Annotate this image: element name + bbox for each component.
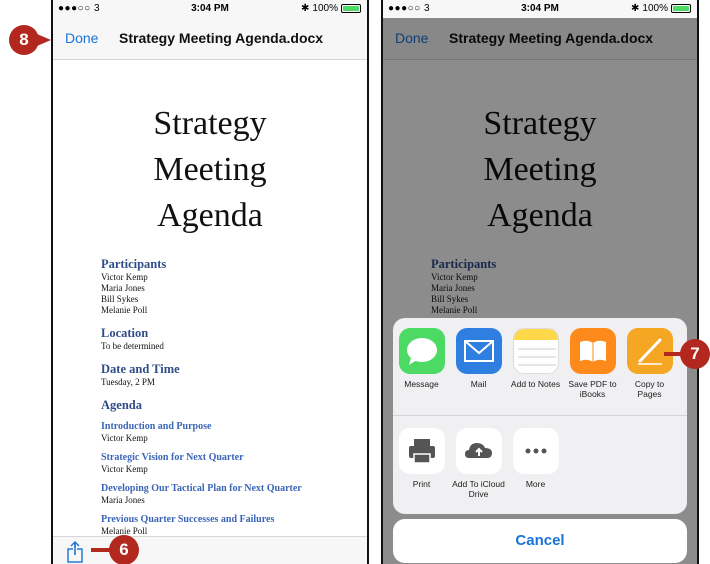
share-app-message[interactable]: Message: [393, 328, 450, 415]
printer-icon: [398, 428, 445, 474]
agenda-item-owner: Maria Jones: [101, 495, 145, 505]
document-filename-title: Strategy Meeting Agenda.docx: [119, 30, 324, 46]
participant-name: Maria Jones: [101, 283, 145, 293]
agenda-item-owner: Victor Kemp: [101, 433, 148, 443]
agenda-item-owner: Victor Kemp: [101, 464, 148, 474]
cancel-button[interactable]: Cancel: [393, 519, 687, 563]
agenda-heading: Agenda: [101, 398, 142, 412]
agenda-item-title: Previous Quarter Successes and Failures: [101, 514, 275, 525]
share-apps-row: Message Mail Add to Notes Save PDF to iB…: [393, 328, 687, 416]
share-app-pages[interactable]: Copy to Pages: [621, 328, 678, 415]
battery-percent: 100%: [642, 3, 668, 14]
ibooks-icon: [569, 328, 616, 374]
participants-heading: Participants: [101, 257, 167, 271]
share-app-label: Add to Notes: [510, 379, 561, 389]
battery-icon: [341, 4, 361, 13]
participant-name: Victor Kemp: [101, 272, 148, 282]
more-icon: [512, 428, 559, 474]
battery-percent: 100%: [312, 3, 338, 14]
step-callout-8: 8: [9, 25, 51, 55]
battery-icon: [671, 4, 691, 13]
document-title-line: Strategy: [153, 105, 267, 142]
document-title-line: Agenda: [157, 197, 263, 234]
status-right: ✱ 100%: [301, 3, 361, 14]
share-action-label: Add To iCloud Drive: [452, 479, 505, 499]
phone-screen-share-sheet: ●●●○○ 3 3:04 PM ✱ 100% Done Strategy Mee…: [381, 0, 699, 564]
participant-name: Melanie Poll: [101, 305, 148, 315]
date-time-heading: Date and Time: [101, 362, 180, 376]
messages-icon: [398, 328, 445, 374]
share-action-label: Print: [412, 479, 431, 489]
share-app-label: Message: [404, 379, 439, 389]
share-action-more[interactable]: More: [507, 428, 564, 508]
participant-name: Bill Sykes: [101, 294, 139, 304]
share-icon[interactable]: [65, 541, 85, 563]
step-callout-7: 7: [664, 339, 710, 369]
share-app-mail[interactable]: Mail: [450, 328, 507, 415]
location-heading: Location: [101, 326, 149, 340]
document-body: Participants Victor Kemp Maria Jones Bil…: [101, 257, 341, 537]
document-content[interactable]: Strategy Meeting Agenda Participants Vic…: [53, 61, 367, 536]
navigation-bar: Done Strategy Meeting Agenda.docx: [53, 18, 367, 60]
location-value: To be determined: [101, 341, 164, 351]
share-sheet: Message Mail Add to Notes Save PDF to iB…: [393, 318, 687, 514]
done-button[interactable]: Done: [65, 30, 98, 46]
document-title: Strategy Meeting Agenda: [53, 101, 367, 239]
step-callout-6: 6: [91, 535, 139, 564]
status-bar: ●●●○○ 3 3:04 PM ✱ 100%: [383, 0, 697, 18]
bluetooth-icon: ✱: [301, 3, 310, 14]
agenda-item-title: Strategic Vision for Next Quarter: [101, 452, 244, 463]
phone-screen-document-view: ●●●○○ 3 3:04 PM ✱ 100% Done Strategy Mee…: [51, 0, 369, 564]
document-title-line: Meeting: [153, 151, 267, 188]
mail-icon: [455, 328, 502, 374]
icloud-drive-icon: [455, 428, 502, 474]
notes-icon: [512, 328, 559, 374]
date-time-value: Tuesday, 2 PM: [101, 377, 155, 387]
share-actions-row: Print Add To iCloud Drive More: [393, 428, 687, 508]
share-app-label: Mail: [470, 379, 487, 389]
status-right: ✱ 100%: [631, 3, 691, 14]
share-action-print[interactable]: Print: [393, 428, 450, 508]
share-app-ibooks[interactable]: Save PDF to iBooks: [564, 328, 621, 415]
share-app-label: Save PDF to iBooks: [568, 379, 617, 399]
share-app-label: Copy to Pages: [634, 379, 665, 399]
share-action-label: More: [525, 479, 546, 489]
agenda-item-title: Introduction and Purpose: [101, 421, 212, 432]
share-app-notes[interactable]: Add to Notes: [507, 328, 564, 415]
agenda-item-title: Developing Our Tactical Plan for Next Qu…: [101, 483, 302, 494]
pages-icon: [626, 328, 673, 374]
bluetooth-icon: ✱: [631, 3, 640, 14]
status-bar: ●●●○○ 3 3:04 PM ✱ 100%: [53, 0, 367, 18]
share-action-icloud-drive[interactable]: Add To iCloud Drive: [450, 428, 507, 508]
